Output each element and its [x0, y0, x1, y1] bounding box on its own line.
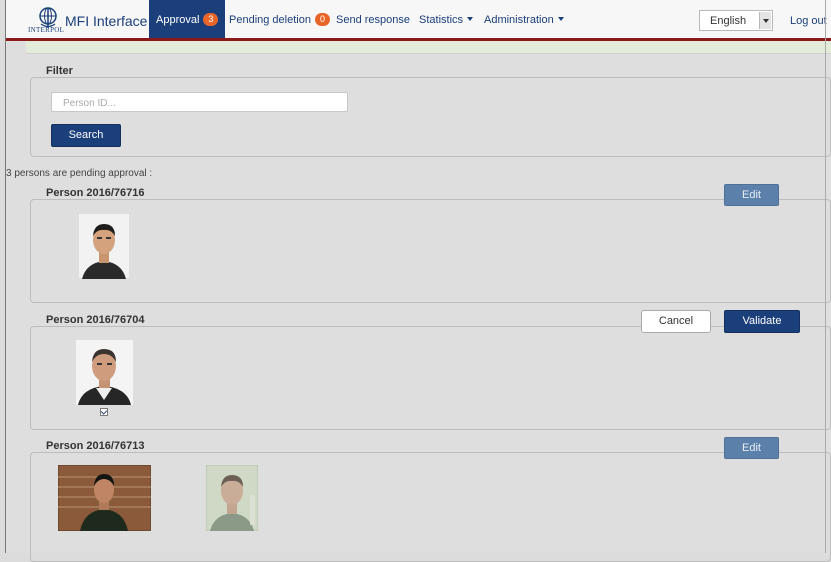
- edit-button[interactable]: Edit: [724, 184, 779, 206]
- person-legend: Person 2016/76716: [43, 187, 149, 199]
- edit-button[interactable]: Edit: [724, 437, 779, 459]
- caret-down-icon: [467, 17, 474, 21]
- top-navbar: INTERPOL MFI Interface Approval 3 Pending…: [6, 0, 831, 41]
- brand-title[interactable]: MFI Interface: [65, 13, 147, 29]
- nav-pending-deletion[interactable]: Pending deletion 0: [229, 0, 330, 38]
- language-select[interactable]: English: [699, 10, 773, 31]
- filter-legend: Filter: [43, 65, 77, 77]
- interpol-logo-text: INTERPOL: [28, 26, 65, 34]
- person-photo[interactable]: [78, 213, 130, 279]
- person-legend: Person 2016/76713: [43, 440, 149, 452]
- portrait-image-icon: [78, 213, 130, 279]
- logout-link[interactable]: Log out: [790, 15, 827, 27]
- person-photo[interactable]: [58, 465, 151, 531]
- nav-send-response[interactable]: Send response: [336, 0, 410, 38]
- person-legend: Person 2016/76704: [43, 314, 149, 326]
- window-edge: [825, 0, 826, 553]
- nav-administration-dropdown[interactable]: Administration: [484, 0, 564, 38]
- pending-deletion-count-badge: 0: [314, 13, 330, 26]
- nav-administration-label: Administration: [484, 14, 554, 26]
- nav-statistics-dropdown[interactable]: Statistics: [419, 0, 474, 38]
- nav-approval[interactable]: Approval 3: [149, 0, 226, 38]
- person-fieldset: [30, 199, 831, 303]
- caret-down-icon: [557, 17, 564, 21]
- nav-approval-label: Approval: [156, 14, 200, 26]
- approval-count-badge: 3: [203, 13, 219, 26]
- person-id-input-wrapper: [51, 92, 348, 112]
- person-id-input[interactable]: [61, 94, 345, 112]
- nav-send-response-label: Send response: [336, 14, 410, 26]
- pending-count-text: 3 persons are pending approval :: [6, 168, 153, 179]
- cancel-button[interactable]: Cancel: [641, 310, 711, 333]
- portrait-image-icon: [76, 340, 133, 405]
- person-photo[interactable]: [76, 340, 133, 405]
- portrait-image-icon: [206, 465, 258, 531]
- app-frame: INTERPOL MFI Interface Approval 3 Pending…: [5, 0, 831, 562]
- validate-button[interactable]: Validate: [724, 310, 800, 333]
- language-select-value: English: [710, 15, 747, 27]
- nav-statistics-label: Statistics: [419, 14, 464, 26]
- person-fieldset: [30, 326, 831, 430]
- search-button[interactable]: Search: [51, 124, 121, 147]
- filter-fieldset: [30, 77, 831, 157]
- photo-select-checkbox[interactable]: [100, 408, 108, 416]
- nav-pending-deletion-label: Pending deletion: [229, 14, 311, 26]
- chevron-down-icon[interactable]: [759, 12, 771, 29]
- alert-strip: [26, 41, 831, 54]
- portrait-image-icon: [58, 465, 151, 531]
- person-photo[interactable]: [206, 465, 258, 531]
